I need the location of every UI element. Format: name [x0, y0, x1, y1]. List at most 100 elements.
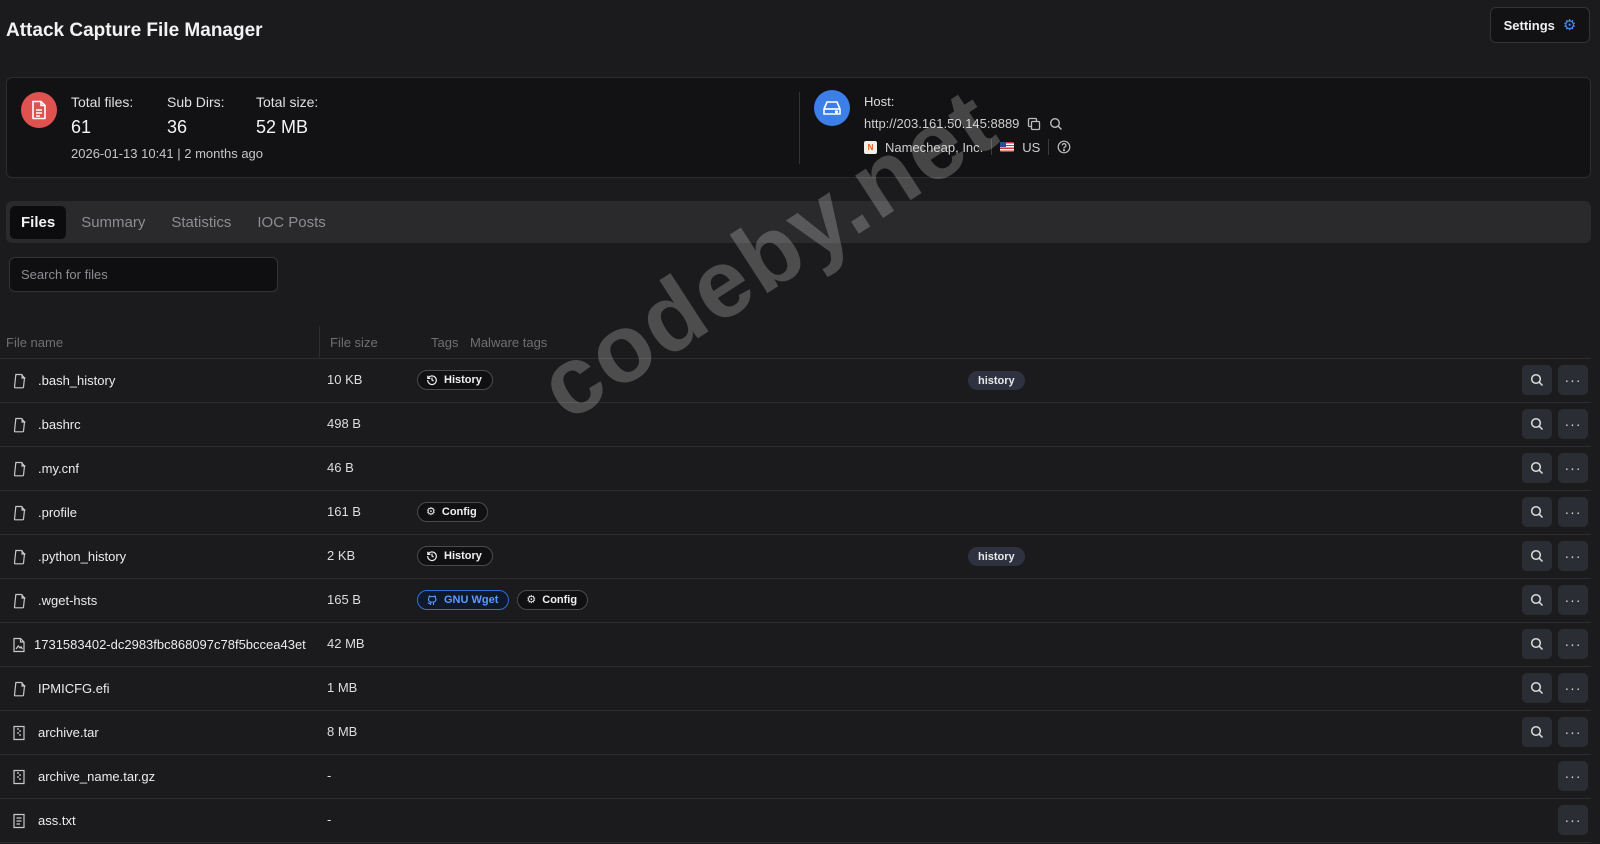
table-row[interactable]: .bashrc 498 B ··· [0, 403, 1591, 447]
search-icon[interactable] [1522, 673, 1552, 703]
sub-dirs-value: 36 [167, 117, 188, 137]
tag-list: GNU Wget ⚙ Config [417, 590, 589, 610]
tag-label: History [444, 550, 482, 562]
tag-config[interactable]: ⚙ Config [417, 502, 488, 522]
search-icon[interactable] [1522, 453, 1552, 483]
settings-button[interactable]: Settings ⚙ [1490, 7, 1590, 43]
stat-total-size: Total size: 52 MB [256, 94, 318, 138]
history-icon [426, 374, 438, 386]
more-options-icon[interactable]: ··· [1558, 585, 1588, 615]
more-options-icon[interactable]: ··· [1558, 673, 1588, 703]
tag-label: Config [441, 506, 477, 518]
tag-history[interactable]: History [417, 546, 493, 566]
search-icon[interactable] [1522, 717, 1552, 747]
column-header-malware-tags: Malware tags [470, 335, 548, 350]
more-options-icon[interactable]: ··· [1558, 409, 1588, 439]
file-document-icon [21, 92, 57, 128]
file-name[interactable]: archive_name.tar.gz [38, 769, 321, 784]
tag-config[interactable]: ⚙ Config [517, 590, 589, 610]
malware-tag[interactable]: history [968, 371, 1025, 390]
tab-statistics[interactable]: Statistics [160, 206, 242, 239]
tab-ioc-posts[interactable]: IOC Posts [246, 206, 336, 239]
file-size: - [327, 812, 332, 827]
file-name[interactable]: .bash_history [38, 373, 321, 388]
table-row[interactable]: archive.tar 8 MB ··· [0, 711, 1591, 755]
help-icon[interactable] [1057, 140, 1071, 154]
more-options-icon[interactable]: ··· [1558, 541, 1588, 571]
host-url[interactable]: http://203.161.50.145:8889 [864, 116, 1019, 131]
more-options-icon[interactable]: ··· [1558, 717, 1588, 747]
table-row[interactable]: .wget-hsts 165 B GNU Wget ⚙ Config ··· [0, 579, 1591, 623]
capture-timestamp: 2026-01-13 10:41 | 2 months ago [71, 146, 264, 161]
more-options-icon[interactable]: ··· [1558, 453, 1588, 483]
search-icon[interactable] [1522, 585, 1552, 615]
file-size: - [327, 768, 332, 783]
file-name[interactable]: .profile [38, 505, 321, 520]
host-label: Host: [864, 94, 895, 109]
tag-gnu-wget[interactable]: GNU Wget [417, 590, 510, 610]
capture-summary-card: Total files: 61 Sub Dirs: 36 Total size:… [6, 77, 1591, 178]
image-file-icon [12, 637, 26, 653]
more-options-icon[interactable]: ··· [1558, 761, 1588, 791]
file-name[interactable]: .bashrc [38, 417, 321, 432]
search-input[interactable] [9, 257, 278, 292]
table-row[interactable]: archive_name.tar.gz - ··· [0, 755, 1591, 799]
search-icon[interactable] [1522, 541, 1552, 571]
table-row[interactable]: .my.cnf 46 B ··· [0, 447, 1591, 491]
table-row[interactable]: .profile 161 B ⚙ Config ··· [0, 491, 1591, 535]
file-table-body: .bash_history 10 KB History history ··· .bash… [0, 359, 1591, 843]
table-row[interactable]: ass.txt - ··· [0, 799, 1591, 843]
file-name[interactable]: .python_history [38, 549, 321, 564]
file-size: 42 MB [327, 636, 365, 651]
tag-list: ⚙ Config [417, 502, 488, 522]
search-icon[interactable] [1522, 629, 1552, 659]
more-options-icon[interactable]: ··· [1558, 629, 1588, 659]
file-name[interactable]: IPMICFG.efi [38, 681, 321, 696]
column-resize-handle[interactable] [319, 326, 320, 359]
file-name[interactable]: .wget-hsts [38, 593, 321, 608]
column-header-name[interactable]: File name [6, 335, 63, 350]
search-icon[interactable] [1522, 497, 1552, 527]
tab-files[interactable]: Files [10, 205, 67, 239]
gear-icon: ⚙ [526, 593, 537, 606]
stat-sub-dirs: Sub Dirs: 36 [167, 94, 225, 138]
app-title: Attack Capture File Manager [6, 20, 263, 41]
file-name[interactable]: 1731583402-dc2983fbc868097c78f5bccea43et [34, 637, 317, 652]
more-options-icon[interactable]: ··· [1558, 365, 1588, 395]
file-icon [12, 593, 26, 609]
table-header: File name File size Tags Malware tags [0, 326, 1591, 359]
search-icon[interactable] [1522, 409, 1552, 439]
column-header-size[interactable]: File size [330, 335, 378, 350]
file-icon [12, 417, 26, 433]
file-name[interactable]: .my.cnf [38, 461, 321, 476]
malware-tag[interactable]: history [968, 547, 1025, 566]
divider [1048, 139, 1050, 155]
file-icon [12, 505, 26, 521]
table-row[interactable]: .bash_history 10 KB History history ··· [0, 359, 1591, 403]
file-size: 46 B [327, 460, 354, 475]
settings-label: Settings [1503, 17, 1555, 33]
tag-history[interactable]: History [417, 370, 493, 390]
file-size: 2 KB [327, 548, 356, 563]
copy-icon[interactable] [1027, 117, 1041, 131]
file-size: 161 B [327, 504, 361, 519]
more-options-icon[interactable]: ··· [1558, 497, 1588, 527]
card-divider [799, 92, 800, 164]
total-files-label: Total files: [71, 94, 134, 110]
file-name[interactable]: archive.tar [38, 725, 321, 740]
file-size: 165 B [327, 592, 361, 607]
tag-label: History [444, 374, 482, 386]
host-provider: Namecheap, Inc. [885, 139, 984, 155]
table-row[interactable]: IPMICFG.efi 1 MB ··· [0, 667, 1591, 711]
history-icon [426, 550, 438, 562]
github-icon [426, 594, 438, 606]
more-options-icon[interactable]: ··· [1558, 805, 1588, 835]
file-size: 10 KB [327, 372, 363, 387]
divider [991, 139, 993, 155]
table-row[interactable]: .python_history 2 KB History history ··· [0, 535, 1591, 579]
tab-summary[interactable]: Summary [70, 206, 156, 239]
file-name[interactable]: ass.txt [38, 813, 321, 828]
search-icon[interactable] [1522, 365, 1552, 395]
table-row[interactable]: 1731583402-dc2983fbc868097c78f5bccea43et… [0, 623, 1591, 667]
search-icon[interactable] [1049, 117, 1063, 131]
